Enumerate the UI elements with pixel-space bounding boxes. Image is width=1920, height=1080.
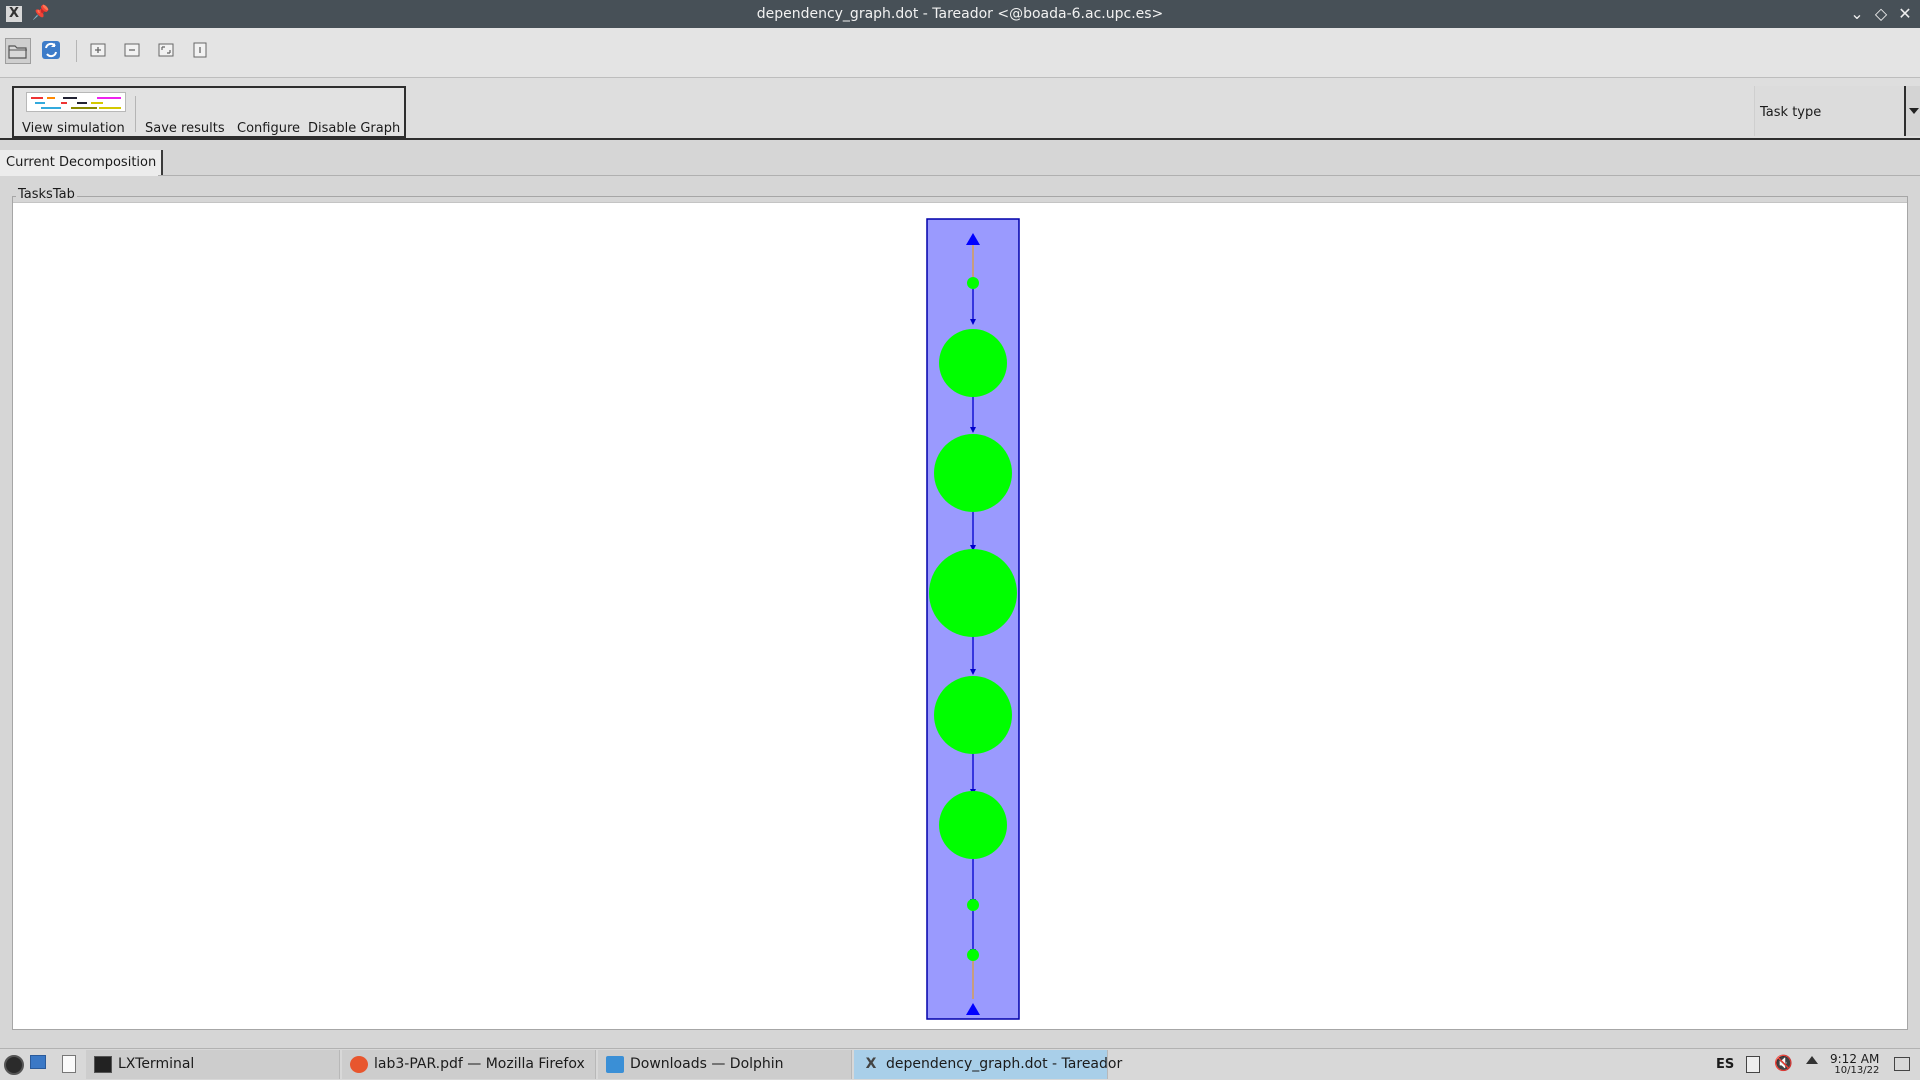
taskbar-item-tareador[interactable]: X dependency_graph.dot - Tareador	[854, 1050, 1122, 1079]
start-menu-icon[interactable]	[4, 1055, 24, 1075]
tab-divider	[158, 175, 1920, 176]
ribbon-separator	[135, 96, 136, 132]
desktop-icon[interactable]	[30, 1055, 46, 1069]
maximize-icon[interactable]: ◇	[1872, 4, 1890, 24]
close-icon[interactable]: ✕	[1896, 4, 1914, 24]
toolbar-separator	[76, 40, 77, 62]
clock-date: 10/13/22	[1834, 1065, 1880, 1076]
task-type-value: Task type	[1760, 105, 1822, 120]
tab-current-decomposition[interactable]: Current Decomposition	[0, 150, 164, 176]
zoom-original-icon[interactable]	[188, 38, 214, 64]
clock-time: 9:12 AM	[1830, 1052, 1880, 1066]
task-node[interactable]	[939, 791, 1007, 859]
taskbar-item-lxterminal[interactable]: LXTerminal	[86, 1050, 340, 1079]
firefox-icon	[350, 1056, 368, 1073]
x-app-icon: X	[865, 1056, 877, 1072]
show-desktop-icon[interactable]	[1894, 1057, 1910, 1071]
folder-open-icon[interactable]	[5, 38, 31, 64]
task-node[interactable]	[934, 676, 1012, 754]
zoom-fit-icon[interactable]	[154, 38, 180, 64]
file-icon[interactable]	[62, 1055, 76, 1073]
task-node[interactable]	[939, 329, 1007, 397]
taskbar: LXTerminal lab3-PAR.pdf — Mozilla Firefo…	[0, 1048, 1920, 1080]
task-node[interactable]	[967, 899, 979, 911]
graph-canvas[interactable]	[13, 202, 1907, 1029]
dependency-graph[interactable]	[913, 215, 1033, 1025]
volume-muted-icon[interactable]: 🔇	[1774, 1054, 1793, 1072]
tray-expand-icon[interactable]	[1806, 1056, 1818, 1064]
group-label: TasksTab	[16, 187, 77, 202]
action-ribbon: View simulation Save results Configure D…	[0, 78, 1920, 140]
taskbar-item-firefox[interactable]: lab3-PAR.pdf — Mozilla Firefox	[342, 1050, 596, 1079]
configure-button[interactable]: Configure	[237, 121, 300, 136]
task-node[interactable]	[967, 277, 979, 289]
zoom-in-icon[interactable]	[86, 38, 112, 64]
simulation-thumbnail-icon[interactable]	[26, 92, 126, 112]
toolbar	[0, 28, 1920, 78]
save-results-button[interactable]: Save results	[145, 121, 225, 136]
view-simulation-button[interactable]: View simulation	[22, 121, 125, 136]
clock[interactable]: 9:12 AM 10/13/22	[1830, 1052, 1880, 1076]
task-node[interactable]	[967, 949, 979, 961]
action-group: View simulation Save results Configure D…	[12, 86, 406, 138]
task-node[interactable]	[934, 434, 1012, 512]
title-bar: X 📌 dependency_graph.dot - Tareador <@bo…	[0, 0, 1920, 28]
folder-icon	[606, 1056, 624, 1073]
disable-graph-button[interactable]: Disable Graph	[308, 121, 400, 136]
chevron-down-icon[interactable]	[1904, 86, 1920, 136]
keyboard-layout-indicator[interactable]: ES	[1716, 1057, 1734, 1072]
clipboard-icon[interactable]	[1746, 1056, 1760, 1073]
task-node[interactable]	[929, 549, 1017, 637]
zoom-out-icon[interactable]	[120, 38, 146, 64]
minimize-icon[interactable]: ⌄	[1848, 4, 1866, 24]
taskbar-item-dolphin[interactable]: Downloads — Dolphin	[598, 1050, 852, 1079]
terminal-icon	[94, 1056, 112, 1073]
refresh-icon[interactable]	[39, 38, 65, 64]
window-title: dependency_graph.dot - Tareador <@boada-…	[756, 6, 1164, 22]
tab-strip: Current Decomposition	[0, 140, 1920, 176]
task-type-select[interactable]: Task type	[1754, 86, 1904, 136]
